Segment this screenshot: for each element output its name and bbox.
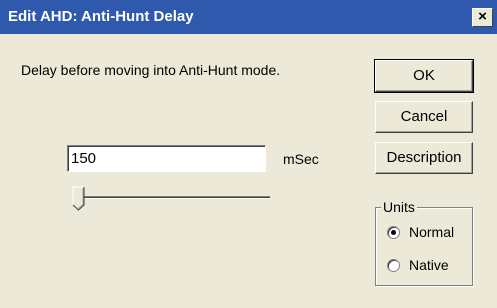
close-icon: × [478,8,487,25]
close-button[interactable]: × [472,8,493,27]
cancel-button[interactable]: Cancel [375,101,473,133]
description-text: Delay before moving into Anti-Hunt mode. [21,62,281,78]
title-bar: Edit AHD: Anti-Hunt Delay × [0,0,497,34]
radio-native-circle[interactable] [387,258,400,272]
radio-native[interactable]: Native [387,256,449,274]
description-button[interactable]: Description [375,142,473,174]
units-group [375,207,473,286]
delay-value-input[interactable] [67,145,266,172]
slider-track[interactable] [73,196,270,199]
window-title: Edit AHD: Anti-Hunt Delay [8,8,194,25]
radio-selected-dot [391,229,396,235]
radio-normal-label: Normal [409,224,455,240]
radio-normal-circle[interactable] [387,225,400,239]
radio-native-label: Native [409,257,449,273]
unit-label: mSec [283,151,319,167]
radio-normal[interactable]: Normal [387,223,454,241]
ok-button[interactable]: OK [374,59,474,93]
slider-thumb[interactable] [72,186,86,211]
units-legend: Units [381,199,417,215]
